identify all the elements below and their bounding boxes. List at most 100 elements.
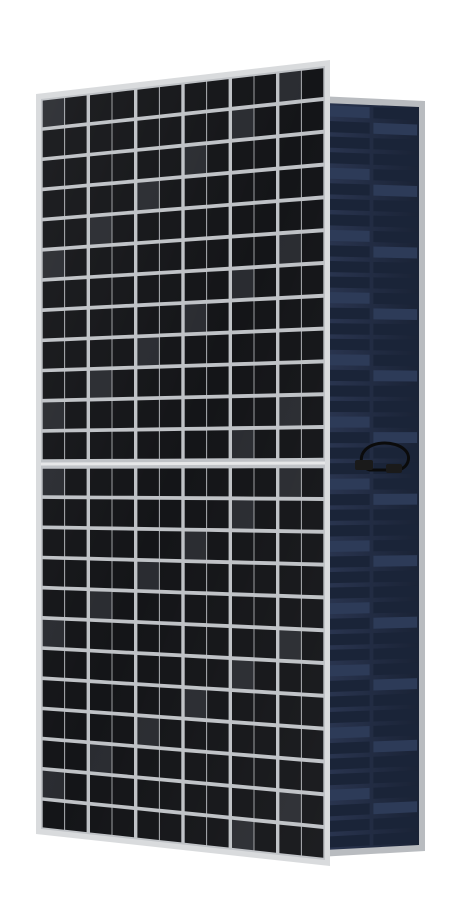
rear-cell (325, 385, 370, 397)
rear-cell (373, 169, 418, 182)
rear-cell (373, 708, 418, 722)
rear-cell (325, 152, 370, 165)
rear-cell (325, 664, 370, 677)
rear-cell (325, 478, 370, 490)
junction-box-connector (386, 464, 402, 473)
solar-panel-illustration (36, 60, 425, 866)
rear-cell (373, 647, 418, 660)
rear-cell (373, 246, 418, 259)
rear-cell (325, 105, 370, 119)
rear-cell (373, 831, 418, 846)
rear-cell (373, 616, 418, 629)
rear-cell (373, 601, 418, 614)
rear-cell (373, 416, 418, 428)
rear-cell (325, 245, 370, 258)
rear-cell (325, 183, 370, 196)
rear-cell (373, 509, 418, 521)
rear-cell (373, 401, 418, 413)
rear-cell (373, 524, 418, 536)
rear-cell (325, 260, 370, 273)
rear-cell (325, 555, 370, 568)
rear-cell (325, 586, 370, 599)
rear-cell (373, 478, 418, 490)
rear-cell (373, 816, 418, 830)
solar-panel-scene (0, 0, 459, 916)
rear-cell (325, 416, 370, 428)
rear-cell (373, 555, 418, 567)
rear-cell (373, 231, 418, 244)
rear-cell (325, 432, 370, 444)
rear-cell (325, 524, 370, 537)
rear-cell (325, 602, 370, 615)
rear-cell (325, 757, 370, 770)
rear-cell (373, 215, 418, 228)
rear-cell (325, 772, 370, 786)
rear-cell (325, 633, 370, 646)
rear-cell (373, 739, 418, 753)
rear-cell (373, 184, 418, 197)
rear-cell (325, 509, 370, 521)
rear-cell (373, 632, 418, 645)
rear-cell (373, 432, 418, 444)
rear-cell (373, 277, 418, 290)
rear-cell (325, 120, 370, 134)
rear-cell (373, 785, 418, 799)
rear-cell (373, 354, 418, 367)
rear-cell (325, 695, 370, 708)
rear-cell (325, 571, 370, 584)
rear-cell (325, 323, 370, 335)
front-panel-divider (40, 461, 326, 466)
rear-cell (373, 262, 418, 274)
rear-cell (325, 803, 370, 817)
rear-cell (373, 801, 418, 815)
rear-cell (373, 323, 418, 336)
rear-cell (373, 662, 418, 676)
rear-cell (325, 338, 370, 351)
rear-cell (325, 400, 370, 413)
junction-box-connector (355, 460, 373, 470)
rear-cell (325, 540, 370, 552)
rear-panel (318, 96, 425, 857)
rear-cell (373, 292, 418, 305)
rear-cell (373, 200, 418, 213)
rear-cell (325, 787, 370, 801)
rear-cell (373, 678, 418, 691)
front-panel (36, 60, 330, 866)
rear-cell (373, 339, 418, 351)
rear-cell (325, 276, 370, 289)
rear-cell (373, 308, 418, 320)
rear-cell (373, 385, 418, 397)
rear-cell (373, 493, 418, 505)
rear-cell (325, 292, 370, 304)
rear-cell (373, 724, 418, 737)
rear-cell (325, 198, 370, 211)
rear-cell (373, 585, 418, 598)
rear-cell (325, 167, 370, 181)
rear-cell (325, 726, 370, 739)
rear-cell (325, 818, 370, 833)
rear-cell (373, 447, 418, 459)
rear-cell (325, 307, 370, 320)
rear-cell (325, 369, 370, 382)
rear-cell (325, 741, 370, 755)
rear-cell (373, 370, 418, 382)
rear-cell (373, 153, 418, 167)
rear-cell (373, 755, 418, 768)
rear-cell (325, 229, 370, 242)
rear-cell (325, 834, 370, 848)
rear-cell (325, 679, 370, 693)
rear-cell (325, 494, 370, 506)
rear-cell (325, 648, 370, 661)
rear-cell (373, 138, 418, 151)
rear-cell (373, 539, 418, 552)
rear-cell (325, 136, 370, 150)
rear-cell (373, 570, 418, 583)
rear-cell (325, 710, 370, 724)
rear-cell (325, 354, 370, 366)
rear-cell (325, 617, 370, 630)
rear-cell (373, 693, 418, 706)
rear-cell (373, 107, 418, 121)
rear-cell (373, 122, 418, 136)
rear-cell (373, 770, 418, 784)
rear-cell (325, 214, 370, 227)
